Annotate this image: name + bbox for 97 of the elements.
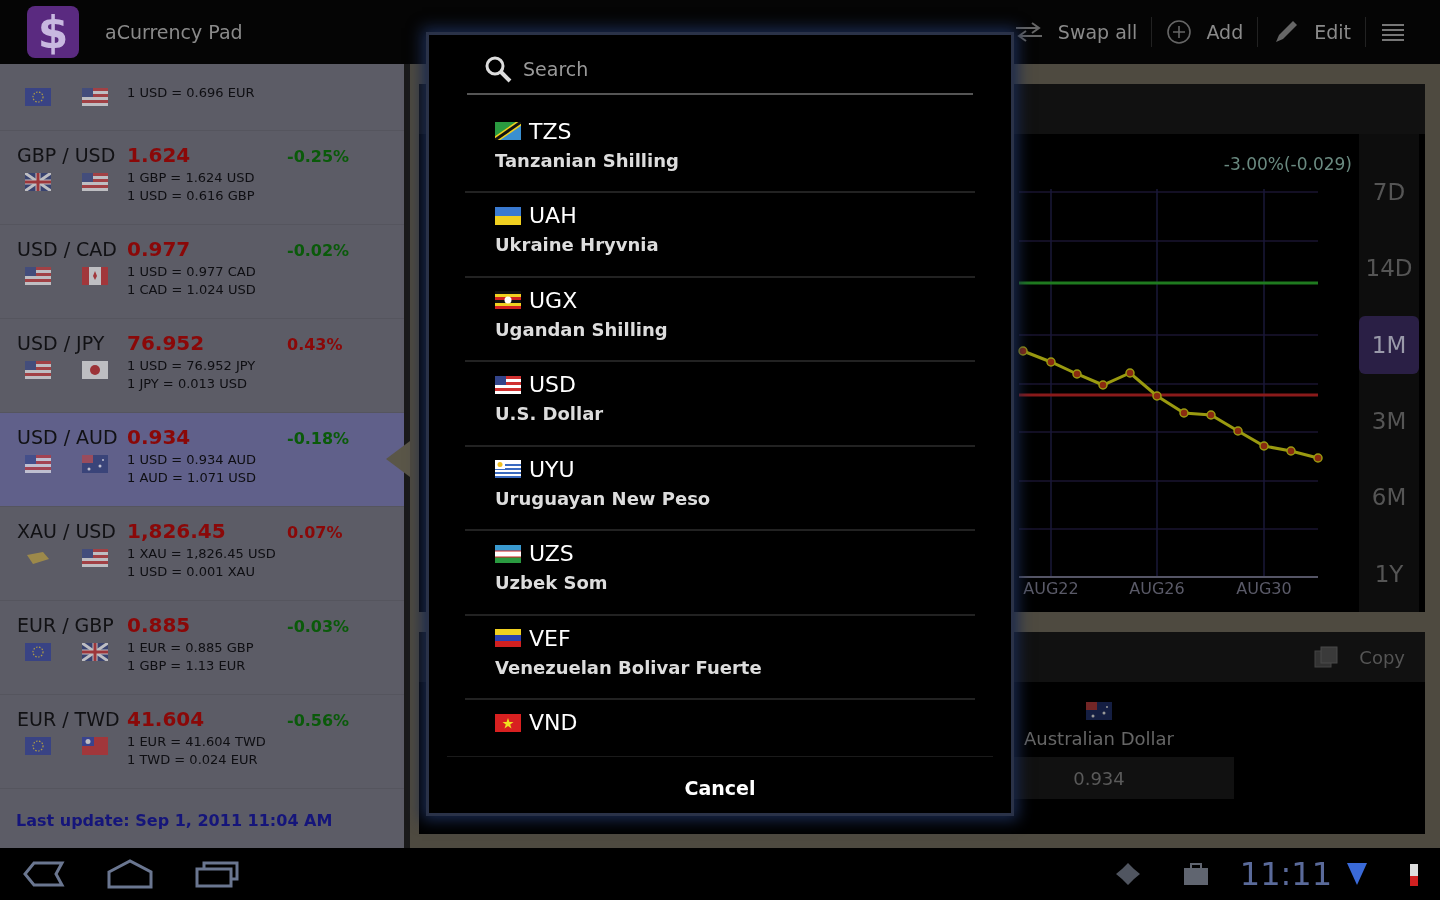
pair-name: USD / JPY: [17, 332, 106, 354]
pair-rate: 1.624: [127, 143, 192, 167]
pair-rate: 0.977: [127, 237, 192, 261]
add-button[interactable]: Add: [1152, 10, 1258, 54]
conversion-text: 1 USD = 0.977 CAD: [127, 263, 256, 281]
pair-change: -0.18%: [287, 429, 350, 448]
conversion-text: 1 TWD = 0.024 EUR: [127, 751, 259, 769]
pair-change: -0.56%: [287, 711, 350, 730]
conversion-text: 1 USD = 0.696 EUR: [127, 84, 255, 102]
app-title: aCurrency Pad: [105, 21, 243, 43]
home-icon[interactable]: [106, 858, 154, 890]
pair-name: EUR / TWD: [17, 708, 121, 730]
pair-name: USD / AUD: [17, 426, 119, 448]
battery-icon: [1408, 861, 1420, 887]
flag-icon: [82, 267, 108, 285]
flag-icon: [25, 643, 51, 661]
conversion-text: 1 USD = 0.934 AUD: [127, 451, 257, 469]
back-icon[interactable]: [22, 859, 66, 889]
flag-icon: [25, 549, 51, 567]
currency-option[interactable]: USD U.S. Dollar: [465, 362, 975, 447]
flag-icon: [495, 544, 521, 563]
briefcase-icon: [1181, 861, 1210, 887]
flag-icon: [495, 291, 521, 310]
conversion-text: 1 USD = 76.952 JPY: [127, 357, 256, 375]
pair-name: XAU / USD: [17, 520, 117, 542]
conversion-text: 1 GBP = 1.13 EUR: [127, 657, 247, 675]
pair-row[interactable]: GBP / USD 1.624 -0.25% 1 GBP = 1.624 USD 1 USD = 0.616 GBP: [0, 131, 404, 225]
pair-row[interactable]: EUR / TWD 41.604 -0.56% 1 EUR = 41.604 TWD 1 TWD = 0.024 EUR: [0, 695, 404, 789]
search-field[interactable]: Search: [521, 56, 973, 81]
recent-apps-icon[interactable]: [194, 859, 240, 889]
flag-icon: [82, 643, 108, 661]
pair-rate: 41.604: [127, 707, 206, 731]
axis-label: AUG22: [1023, 579, 1079, 598]
currency-option[interactable]: UYU Uruguayan New Peso: [465, 446, 975, 532]
flag-icon: [82, 455, 108, 473]
flag-icon: [82, 737, 108, 755]
conversion-text: 1 JPY = 0.013 USD: [127, 375, 248, 393]
flag-icon: [25, 88, 51, 106]
pair-change: -0.02%: [287, 241, 350, 260]
flag-icon: [495, 713, 521, 732]
axis-label: AUG26: [1129, 579, 1185, 598]
flag-icon: [82, 361, 108, 379]
conversion-text: 1 CAD = 1.024 USD: [127, 281, 256, 299]
menu-icon: [1380, 21, 1406, 43]
add-icon: [1166, 19, 1193, 45]
conversion-text: 1 EUR = 0.885 GBP: [127, 639, 254, 657]
currency-option[interactable]: UAH Ukraine Hryvnia: [465, 193, 975, 278]
flag-icon: [495, 460, 521, 479]
conversion-text: 1 EUR = 41.604 TWD: [127, 733, 266, 751]
flag-icon: [25, 455, 51, 473]
pair-change: 0.43%: [287, 335, 343, 354]
conversion-text: 1 USD = 0.616 GBP: [127, 187, 255, 205]
conversion-text: 1 XAU = 1,826.45 USD: [127, 545, 276, 563]
pair-name: USD / CAD: [17, 238, 118, 260]
conversion-text: 1 USD = 0.001 XAU: [127, 563, 256, 581]
flag-icon: [1086, 702, 1112, 720]
flag-icon: [495, 122, 521, 141]
pair-rate: 0.934: [127, 425, 192, 449]
wifi-signal-icon: [1346, 861, 1368, 887]
flag-icon: [495, 206, 521, 225]
flag-icon: [25, 737, 51, 755]
flag-icon: [495, 375, 521, 394]
conversion-text: 1 GBP = 1.624 USD: [127, 169, 255, 187]
flag-icon: [82, 549, 108, 567]
currency-option[interactable]: VEF Venezuelan Bolivar Fuerte: [465, 615, 975, 701]
flag-icon: [495, 629, 521, 648]
conversion-text: 1 AUD = 1.071 USD: [127, 469, 257, 487]
pair-change: -0.25%: [287, 147, 350, 166]
pair-name: EUR / GBP: [17, 614, 115, 636]
app-logo[interactable]: $: [27, 6, 79, 58]
pair-row[interactable]: USD / CAD 0.977 -0.02% 1 USD = 0.977 CAD 1 CAD = 1.024 USD: [0, 225, 404, 319]
pair-row[interactable]: XAU / USD 1,826.45 0.07% 1 XAU = 1,826.45 USD 1 USD = 0.001 XAU: [0, 507, 404, 601]
currency-option[interactable]: UGX Ugandan Shilling: [465, 277, 975, 363]
pair-row[interactable]: EUR / GBP 0.885 -0.03% 1 EUR = 0.885 GBP 1 GBP = 1.13 EUR: [0, 601, 404, 695]
flag-icon: [25, 173, 51, 191]
flag-icon: [25, 361, 51, 379]
swap-arrows-icon: [1013, 22, 1044, 42]
pair-name: GBP / USD: [17, 144, 117, 166]
copy-icon: [1313, 645, 1340, 669]
chart-change-text: -3.00%(-0.029): [1223, 154, 1352, 174]
axis-label: AUG30: [1236, 579, 1292, 598]
flag-icon: [82, 173, 108, 191]
pair-rate: 1,826.45: [127, 519, 227, 543]
swap-all-button[interactable]: Swap all: [999, 10, 1152, 54]
period-button[interactable]: 1M: [1359, 315, 1419, 374]
pair-change: -0.03%: [287, 617, 350, 636]
currency-option[interactable]: UZS Uzbek Som: [465, 531, 975, 616]
pair-change: 0.07%: [287, 523, 343, 542]
pair-rate: 0.885: [127, 613, 192, 637]
clock-text: 11:11: [1239, 855, 1332, 893]
currency-name: Australian Dollar: [1023, 728, 1175, 749]
pair-rate: 76.952: [127, 331, 206, 355]
last-update-text: Last update: Sep 1, 2011 11:04 AM: [15, 810, 334, 830]
currency-option[interactable]: TZS Tanzanian Shilling: [465, 108, 975, 194]
flag-icon: [82, 88, 108, 106]
flag-icon: [25, 267, 51, 285]
edit-button[interactable]: Edit: [1258, 10, 1365, 54]
